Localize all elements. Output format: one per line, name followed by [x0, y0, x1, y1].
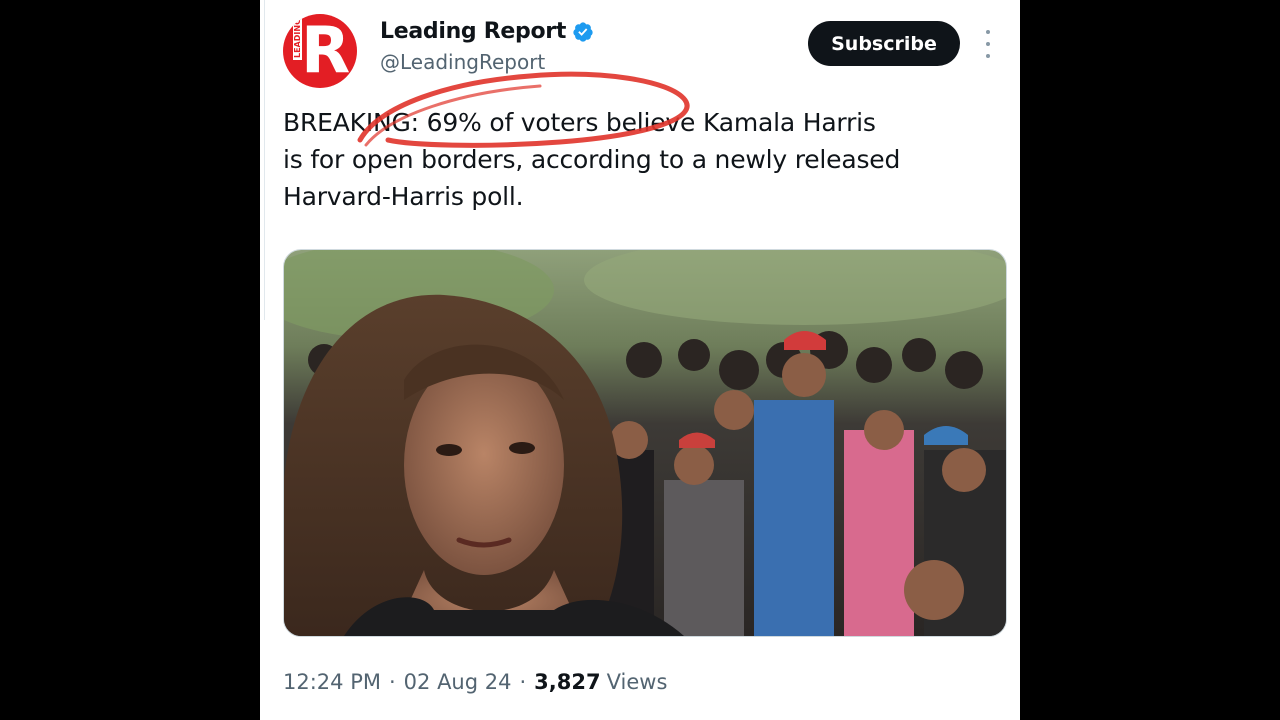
tweet-card: R LEADING Leading Report @LeadingReport … [260, 0, 1020, 720]
display-name[interactable]: Leading Report [380, 19, 566, 44]
subscribe-button[interactable]: Subscribe [808, 21, 960, 66]
tweet-text-line: Harvard-Harris poll. [283, 182, 524, 211]
avatar-letter: R [301, 14, 351, 88]
tweet-date[interactable]: 02 Aug 24 [404, 670, 512, 694]
account-handle[interactable]: @LeadingReport [380, 50, 545, 74]
photo-illustration [284, 250, 1006, 636]
views-label: Views [606, 670, 668, 694]
more-dot [986, 54, 990, 58]
tweet-time[interactable]: 12:24 PM [283, 670, 381, 694]
tweet-text-line: is for open borders, according to a newl… [283, 145, 901, 174]
tweet-meta: 12:24 PM · 02 Aug 24 · 3,827 Views [283, 670, 667, 694]
separator-dot: · [388, 670, 396, 694]
tweet-text: BREAKING: 69% of voters believe Kamala H… [283, 104, 983, 215]
tweet-text-line: BREAKING: 69% of voters believe Kamala H… [283, 108, 876, 137]
avatar-small-text: LEADING [293, 16, 302, 60]
account-name-row: Leading Report [380, 19, 594, 44]
separator-dot: · [519, 670, 527, 694]
more-dot [986, 30, 990, 34]
more-vertical-icon[interactable] [980, 30, 996, 58]
divider [264, 0, 265, 320]
verified-badge-icon [573, 21, 593, 42]
avatar[interactable]: R LEADING [283, 14, 357, 88]
more-dot [986, 42, 990, 46]
views-count[interactable]: 3,827 [534, 670, 600, 694]
tweet-photo[interactable] [283, 249, 1007, 637]
